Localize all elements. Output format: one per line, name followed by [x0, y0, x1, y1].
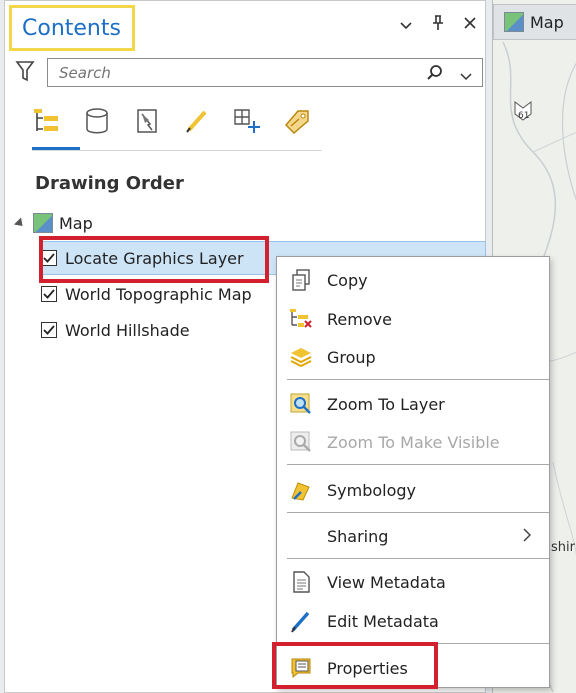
- menu-separator: [287, 464, 549, 465]
- edit-metadata-icon: [287, 607, 315, 635]
- pane-title: Contents: [22, 15, 121, 41]
- symbology-icon: [287, 476, 315, 504]
- expand-triangle-icon[interactable]: [13, 216, 27, 230]
- map-place-label: shir: [551, 540, 575, 555]
- list-by-data-source-icon[interactable]: [81, 105, 113, 137]
- filter-icon[interactable]: [15, 59, 35, 87]
- layer-checkbox[interactable]: [41, 286, 57, 302]
- annotation-highlight-layer: [39, 236, 269, 283]
- layer-label: World Topographic Map: [65, 284, 252, 304]
- map-tree-node[interactable]: Map: [13, 213, 93, 233]
- search-box[interactable]: [47, 58, 483, 87]
- toolbar-divider: [32, 150, 322, 151]
- menu-separator: [287, 512, 549, 513]
- menu-item-label: View Metadata: [327, 572, 446, 592]
- menu-separator: [287, 558, 549, 559]
- layer-row-world-hillshade[interactable]: World Hillshade: [41, 313, 190, 347]
- remove-icon: [287, 305, 315, 333]
- menu-item-group[interactable]: Group: [277, 338, 549, 376]
- menu-item-label: Copy: [327, 270, 368, 290]
- view-metadata-icon: [287, 568, 315, 596]
- layer-context-menu: Copy Remove Group Zoom To Layer Zoom To …: [276, 256, 550, 688]
- list-by-selection-icon[interactable]: [131, 105, 163, 137]
- contents-title-box: Contents: [9, 5, 135, 51]
- zoom-to-make-visible-icon: [287, 428, 315, 456]
- blank-icon-slot: [287, 522, 315, 550]
- search-input[interactable]: [57, 62, 397, 83]
- menu-item-remove[interactable]: Remove: [277, 300, 549, 338]
- list-by-drawing-order-icon[interactable]: [31, 105, 63, 137]
- menu-item-label: Symbology: [327, 480, 417, 500]
- layer-checkbox[interactable]: [41, 322, 57, 338]
- copy-icon: [287, 266, 315, 294]
- menu-item-zoom-to-make-visible[interactable]: Zoom To Make Visible: [277, 423, 549, 461]
- map-node-label: Map: [59, 213, 93, 233]
- menu-item-view-metadata[interactable]: View Metadata: [277, 563, 549, 601]
- group-icon: [287, 343, 315, 371]
- search-options-icon[interactable]: [460, 66, 472, 85]
- tab-map[interactable]: Map: [493, 4, 576, 40]
- submenu-arrow-icon: [523, 527, 532, 546]
- menu-item-label: Sharing: [327, 526, 389, 546]
- close-icon[interactable]: [463, 16, 477, 34]
- menu-item-label: Edit Metadata: [327, 611, 439, 631]
- annotation-highlight-properties: [272, 642, 438, 689]
- menu-item-sharing[interactable]: Sharing: [277, 517, 549, 555]
- menu-separator: [287, 379, 549, 380]
- search-icon[interactable]: [426, 64, 444, 86]
- menu-item-edit-metadata[interactable]: Edit Metadata: [277, 602, 549, 640]
- menu-item-zoom-to-layer[interactable]: Zoom To Layer: [277, 385, 549, 423]
- list-by-editing-icon[interactable]: [181, 105, 213, 137]
- menu-item-label: Remove: [327, 309, 392, 329]
- list-by-snapping-icon[interactable]: [231, 105, 263, 137]
- menu-item-copy[interactable]: Copy: [277, 261, 549, 299]
- menu-item-label: Group: [327, 347, 376, 367]
- menu-item-label: Zoom To Layer: [327, 394, 445, 414]
- list-by-toolbar: [31, 105, 313, 137]
- pane-controls: [399, 15, 477, 35]
- map-icon: [33, 213, 53, 233]
- pane-options-icon[interactable]: [399, 16, 413, 34]
- list-by-labeling-icon[interactable]: [281, 105, 313, 137]
- layer-label: World Hillshade: [65, 320, 190, 340]
- menu-item-symbology[interactable]: Symbology: [277, 471, 549, 509]
- zoom-to-layer-icon: [287, 390, 315, 418]
- route-shield-label: 61: [518, 111, 530, 121]
- map-tab-label: Map: [530, 12, 564, 32]
- menu-item-label: Zoom To Make Visible: [327, 432, 500, 452]
- map-tab-icon: [504, 12, 524, 32]
- section-title: Drawing Order: [35, 173, 184, 194]
- pin-icon[interactable]: [431, 15, 445, 35]
